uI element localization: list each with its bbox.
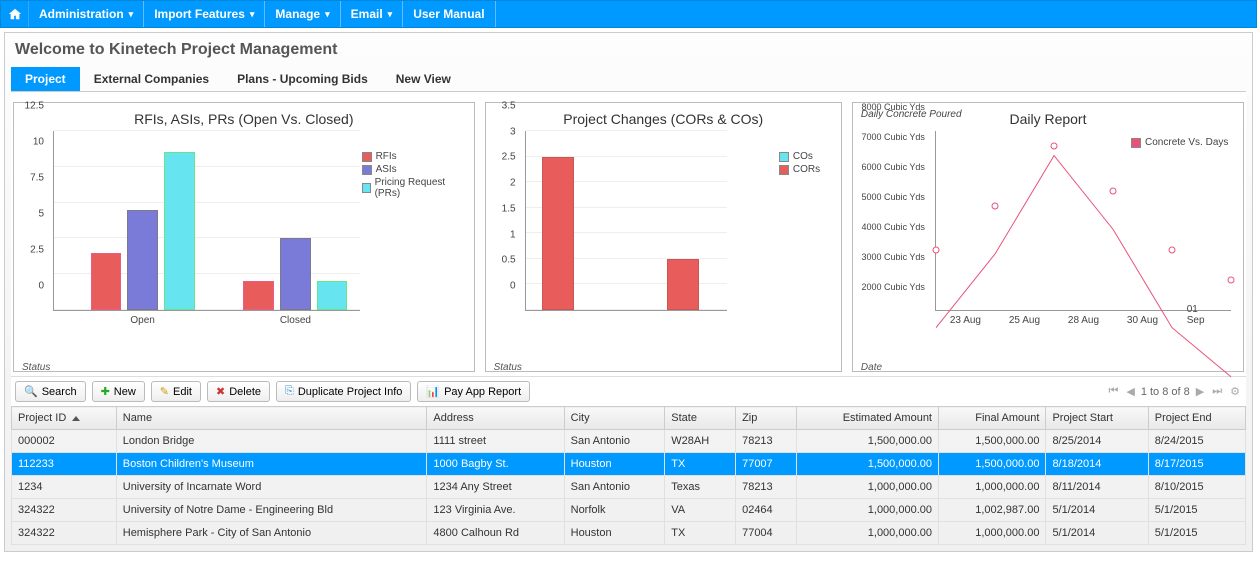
col-zip[interactable]: Zip bbox=[736, 407, 797, 430]
x-axis-label: Status bbox=[494, 362, 522, 373]
chart-body: 02.557.51012.5 OpenClosed RFIsASIsPricin… bbox=[18, 131, 470, 331]
x-axis-label: Status bbox=[22, 362, 50, 373]
nav-label: Administration bbox=[39, 7, 124, 21]
charts-row: RFIs, ASIs, PRs (Open Vs. Closed) 02.557… bbox=[11, 92, 1246, 376]
table-row[interactable]: 324322University of Notre Dame - Enginee… bbox=[12, 499, 1246, 522]
col-city[interactable]: City bbox=[564, 407, 665, 430]
nav-label: Manage bbox=[275, 7, 320, 21]
col-project-id[interactable]: Project ID bbox=[12, 407, 117, 430]
copy-icon: ⎘ bbox=[285, 385, 294, 398]
nav-label: User Manual bbox=[413, 7, 484, 21]
tab-project[interactable]: Project bbox=[11, 67, 80, 91]
col-estimated-amount[interactable]: Estimated Amount bbox=[796, 407, 938, 430]
legend: RFIsASIsPricing Request (PRs) bbox=[362, 151, 462, 201]
plot-area bbox=[525, 131, 727, 311]
y-axis: 00.511.522.533.5 bbox=[490, 131, 520, 311]
delete-button[interactable]: ✖Delete bbox=[207, 381, 270, 402]
x-axis-label: Date bbox=[861, 362, 882, 373]
page-container: Welcome to Kinetech Project Management P… bbox=[4, 32, 1253, 552]
y-axis: 02.557.51012.5 bbox=[18, 131, 48, 311]
report-icon: 📊 bbox=[426, 385, 440, 398]
chevron-down-icon: ▾ bbox=[250, 9, 255, 20]
chevron-down-icon: ▾ bbox=[325, 9, 330, 20]
chart-title: RFIs, ASIs, PRs (Open Vs. Closed) bbox=[18, 107, 470, 131]
duplicate-button[interactable]: ⎘Duplicate Project Info bbox=[276, 381, 411, 402]
nav-import-features[interactable]: Import Features ▾ bbox=[144, 1, 265, 27]
col-name[interactable]: Name bbox=[116, 407, 427, 430]
tab-bar: Project External Companies Plans - Upcom… bbox=[11, 67, 1246, 92]
col-state[interactable]: State bbox=[665, 407, 736, 430]
plot-area: 23 Aug25 Aug28 Aug30 Aug01 Sep bbox=[935, 131, 1231, 311]
chevron-down-icon: ▾ bbox=[388, 9, 393, 20]
pencil-icon: ✎ bbox=[160, 385, 169, 398]
projects-table: Project IDNameAddressCityStateZipEstimat… bbox=[11, 406, 1246, 545]
new-button[interactable]: ✚New bbox=[92, 381, 145, 402]
edit-button[interactable]: ✎Edit bbox=[151, 381, 201, 402]
nav-label: Email bbox=[351, 7, 383, 21]
delete-icon: ✖ bbox=[216, 385, 225, 398]
chart-daily-report: Daily Concrete Poured Daily Report 2000 … bbox=[852, 102, 1244, 372]
page-title: Welcome to Kinetech Project Management bbox=[11, 39, 1246, 67]
nav-email[interactable]: Email ▾ bbox=[341, 1, 404, 27]
chart-project-changes: Project Changes (CORs & COs) 00.511.522.… bbox=[485, 102, 842, 372]
y-axis: 2000 Cubic Yds3000 Cubic Yds4000 Cubic Y… bbox=[857, 131, 929, 311]
tab-plans-upcoming-bids[interactable]: Plans - Upcoming Bids bbox=[223, 67, 382, 91]
table-row[interactable]: 324322Hemisphere Park - City of San Anto… bbox=[12, 522, 1246, 545]
chart-body: 2000 Cubic Yds3000 Cubic Yds4000 Cubic Y… bbox=[857, 131, 1239, 331]
chart-rfis-asis-prs: RFIs, ASIs, PRs (Open Vs. Closed) 02.557… bbox=[13, 102, 475, 372]
nav-manage[interactable]: Manage ▾ bbox=[265, 1, 340, 27]
top-nav: Administration ▾ Import Features ▾ Manage ▾… bbox=[0, 0, 1257, 28]
nav-label: Import Features bbox=[154, 7, 245, 21]
table-body: 000002London Bridge1111 streetSan Antoni… bbox=[12, 430, 1246, 545]
tab-new-view[interactable]: New View bbox=[382, 67, 465, 91]
search-button[interactable]: 🔍Search bbox=[15, 381, 86, 402]
plus-icon: ✚ bbox=[101, 385, 110, 398]
table-row[interactable]: 1234University of Incarnate Word1234 Any… bbox=[12, 476, 1246, 499]
pay-app-report-button[interactable]: 📊Pay App Report bbox=[417, 381, 530, 402]
search-icon: 🔍 bbox=[24, 385, 38, 398]
plot-area: OpenClosed bbox=[53, 131, 360, 311]
chart-body: 00.511.522.533.5 COsCORs bbox=[490, 131, 837, 331]
nav-administration[interactable]: Administration ▾ bbox=[29, 1, 144, 27]
chart-title: Project Changes (CORs & COs) bbox=[490, 107, 837, 131]
nav-user-manual[interactable]: User Manual bbox=[403, 1, 495, 27]
tab-external-companies[interactable]: External Companies bbox=[80, 67, 223, 91]
chevron-down-icon: ▾ bbox=[129, 9, 134, 20]
table-row[interactable]: 112233Boston Children's Museum1000 Bagby… bbox=[12, 453, 1246, 476]
table-row[interactable]: 000002London Bridge1111 streetSan Antoni… bbox=[12, 430, 1246, 453]
home-icon[interactable] bbox=[1, 1, 29, 27]
legend: COsCORs bbox=[779, 151, 829, 177]
col-address[interactable]: Address bbox=[427, 407, 564, 430]
legend: Concrete Vs. Days bbox=[1131, 137, 1231, 150]
